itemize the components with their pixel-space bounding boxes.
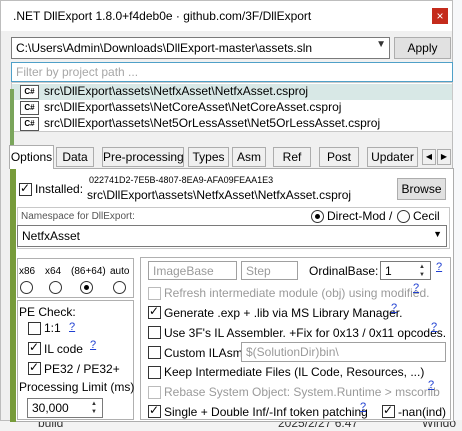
help-link[interactable]: ?	[90, 339, 96, 351]
tab-scroll-right-icon[interactable]: ▶	[437, 149, 451, 165]
platform-x86-radio[interactable]	[20, 281, 33, 294]
solution-path-combobox[interactable]: C:\Users\Admin\Downloads\DllExport-maste…	[11, 37, 390, 59]
refresh-obj-label: Refresh intermediate module (obj) using …	[164, 286, 430, 300]
spinner-arrows-icon[interactable]: ▲ ▼	[87, 400, 101, 417]
title-bar: .NET DllExport 1.8.0+f4deb0e · github.co…	[1, 1, 452, 31]
tab-asm[interactable]: Asm	[232, 147, 266, 167]
processing-limit-value: 30,000	[32, 401, 69, 415]
namespace-value: NetfxAsset	[22, 229, 81, 243]
ordinal-base-value: 1	[385, 264, 392, 278]
help-link[interactable]: ?	[360, 401, 366, 413]
use-ilasm-label: Use 3F's IL Assembler. +Fix for 0x13 / 0…	[164, 326, 447, 340]
cecil-radio[interactable]	[397, 210, 410, 223]
platform-x64-radio[interactable]	[49, 281, 62, 294]
project-filter-input[interactable]: Filter by project path ...	[11, 62, 453, 82]
apply-button[interactable]: Apply	[394, 37, 451, 59]
csharp-project-icon: C#	[20, 85, 39, 99]
csharp-project-icon: C#	[20, 101, 39, 115]
custom-ilasm-label: Custom ILAsm:	[164, 346, 247, 360]
il-code-checkbox[interactable]	[28, 340, 41, 355]
pe-check-label: PE Check:	[19, 305, 76, 319]
help-link[interactable]: ?	[391, 302, 397, 314]
rebase-system-checkbox[interactable]	[148, 386, 161, 399]
platform-x64-label: x64	[45, 266, 62, 277]
gen-exp-lib-checkbox[interactable]	[148, 304, 161, 319]
rebase-system-label: Rebase System Object: System.Runtime > m…	[164, 385, 440, 399]
ordinal-base-label: OrdinalBase:	[309, 264, 379, 278]
help-link[interactable]: ?	[428, 379, 434, 391]
namespace-combobox[interactable]: NetfxAsset ▼	[17, 225, 447, 247]
solution-path-value: C:\Users\Admin\Downloads\DllExport-maste…	[16, 41, 313, 55]
pe-check-1to1-label: 1:1	[44, 321, 61, 335]
close-button[interactable]: ×	[432, 8, 448, 24]
inf-token-label: Single + Double Inf/-Inf token patching	[164, 405, 368, 419]
tab-updater[interactable]: Updater	[367, 147, 418, 167]
platform-both-radio[interactable]	[80, 281, 93, 294]
tab-options[interactable]: Options	[9, 145, 54, 169]
gen-exp-lib-label: Generate .exp + .lib via MS Library Mana…	[164, 306, 403, 320]
tab-scroll-left-icon[interactable]: ◀	[422, 149, 436, 165]
image-base-input[interactable]: ImageBase	[148, 261, 237, 280]
custom-ilasm-checkbox[interactable]	[148, 346, 161, 359]
help-link[interactable]: ?	[436, 261, 442, 273]
project-list: C# src\DllExport\assets\NetfxAsset\Netfx…	[11, 82, 453, 132]
tab-post[interactable]: Post	[319, 147, 359, 167]
installed-project-path: src\DllExport\assets\NetfxAsset\NetfxAss…	[87, 188, 352, 202]
installed-checkbox[interactable]	[19, 181, 32, 196]
browse-button[interactable]: Browse	[397, 178, 446, 200]
platform-x86-label: x86	[19, 266, 36, 277]
use-ilasm-checkbox[interactable]	[148, 326, 161, 339]
pe32-checkbox[interactable]	[28, 360, 41, 375]
image-base-step-input[interactable]: Step	[241, 261, 298, 280]
keep-intermediate-label: Keep Intermediate Files (IL Code, Resour…	[164, 365, 425, 379]
tab-types[interactable]: Types	[188, 147, 229, 167]
project-row[interactable]: C# src\DllExport\assets\Net5OrLessAsset\…	[12, 116, 452, 132]
dllexport-window: .NET DllExport 1.8.0+f4deb0e · github.co…	[0, 0, 454, 422]
csharp-project-icon: C#	[20, 117, 39, 131]
spinner-arrows-icon[interactable]: ▲ ▼	[415, 263, 429, 279]
cecil-label: Cecil	[413, 209, 440, 223]
direct-mod-radio[interactable]	[311, 210, 324, 223]
project-guid: 022741D2-7E5B-4807-8EA9-AFA09FEAA1E3	[89, 175, 274, 185]
tab-data[interactable]: Data	[56, 147, 94, 167]
installed-indicator-bar	[10, 169, 16, 422]
project-path: src\DllExport\assets\Net5OrLessAsset\Net…	[44, 116, 381, 130]
window-title: .NET DllExport 1.8.0+f4deb0e · github.co…	[13, 9, 312, 23]
project-row[interactable]: C# src\DllExport\assets\NetfxAsset\Netfx…	[12, 84, 452, 100]
help-link[interactable]: ?	[431, 321, 437, 333]
nan-label: -nan(ind)	[398, 405, 447, 419]
processing-limit-spinner[interactable]: 30,000 ▲ ▼	[27, 398, 103, 418]
refresh-obj-checkbox[interactable]	[148, 287, 161, 300]
chevron-down-icon[interactable]: ▼	[376, 39, 386, 50]
keep-intermediate-checkbox[interactable]	[148, 366, 161, 379]
project-path: src\DllExport\assets\NetCoreAsset\NetCor…	[44, 100, 342, 114]
project-row[interactable]: C# src\DllExport\assets\NetCoreAsset\Net…	[12, 100, 452, 116]
platform-auto-radio[interactable]	[113, 281, 126, 294]
tab-pre-processing[interactable]: Pre-processing	[102, 147, 184, 167]
help-link[interactable]: ?	[69, 321, 75, 333]
nan-checkbox[interactable]	[382, 403, 395, 418]
pe-check-1to1-checkbox[interactable]	[28, 322, 41, 335]
platform-auto-label: auto	[110, 266, 130, 277]
help-link[interactable]: ?	[413, 282, 419, 294]
il-code-label: IL code	[44, 342, 83, 356]
pe32-label: PE32 / PE32+	[44, 362, 120, 376]
ordinal-base-spinner[interactable]: 1 ▲ ▼	[380, 261, 431, 280]
processing-limit-label: Processing Limit (ms)	[19, 380, 135, 394]
platform-both-label: (86+64)	[71, 266, 106, 277]
namespace-label: Namespace for DllExport:	[21, 211, 135, 222]
custom-ilasm-path-input[interactable]: $(SolutionDir)bin\	[241, 342, 446, 362]
chevron-down-icon[interactable]: ▼	[433, 229, 442, 239]
direct-mod-label: Direct-Mod /	[327, 209, 393, 223]
installed-label: Installed:	[35, 182, 84, 196]
inf-token-checkbox[interactable]	[148, 403, 161, 418]
background-window-edge	[453, 0, 462, 431]
tab-ref[interactable]: Ref	[273, 147, 311, 167]
project-path: src\DllExport\assets\NetfxAsset\NetfxAss…	[44, 84, 309, 98]
